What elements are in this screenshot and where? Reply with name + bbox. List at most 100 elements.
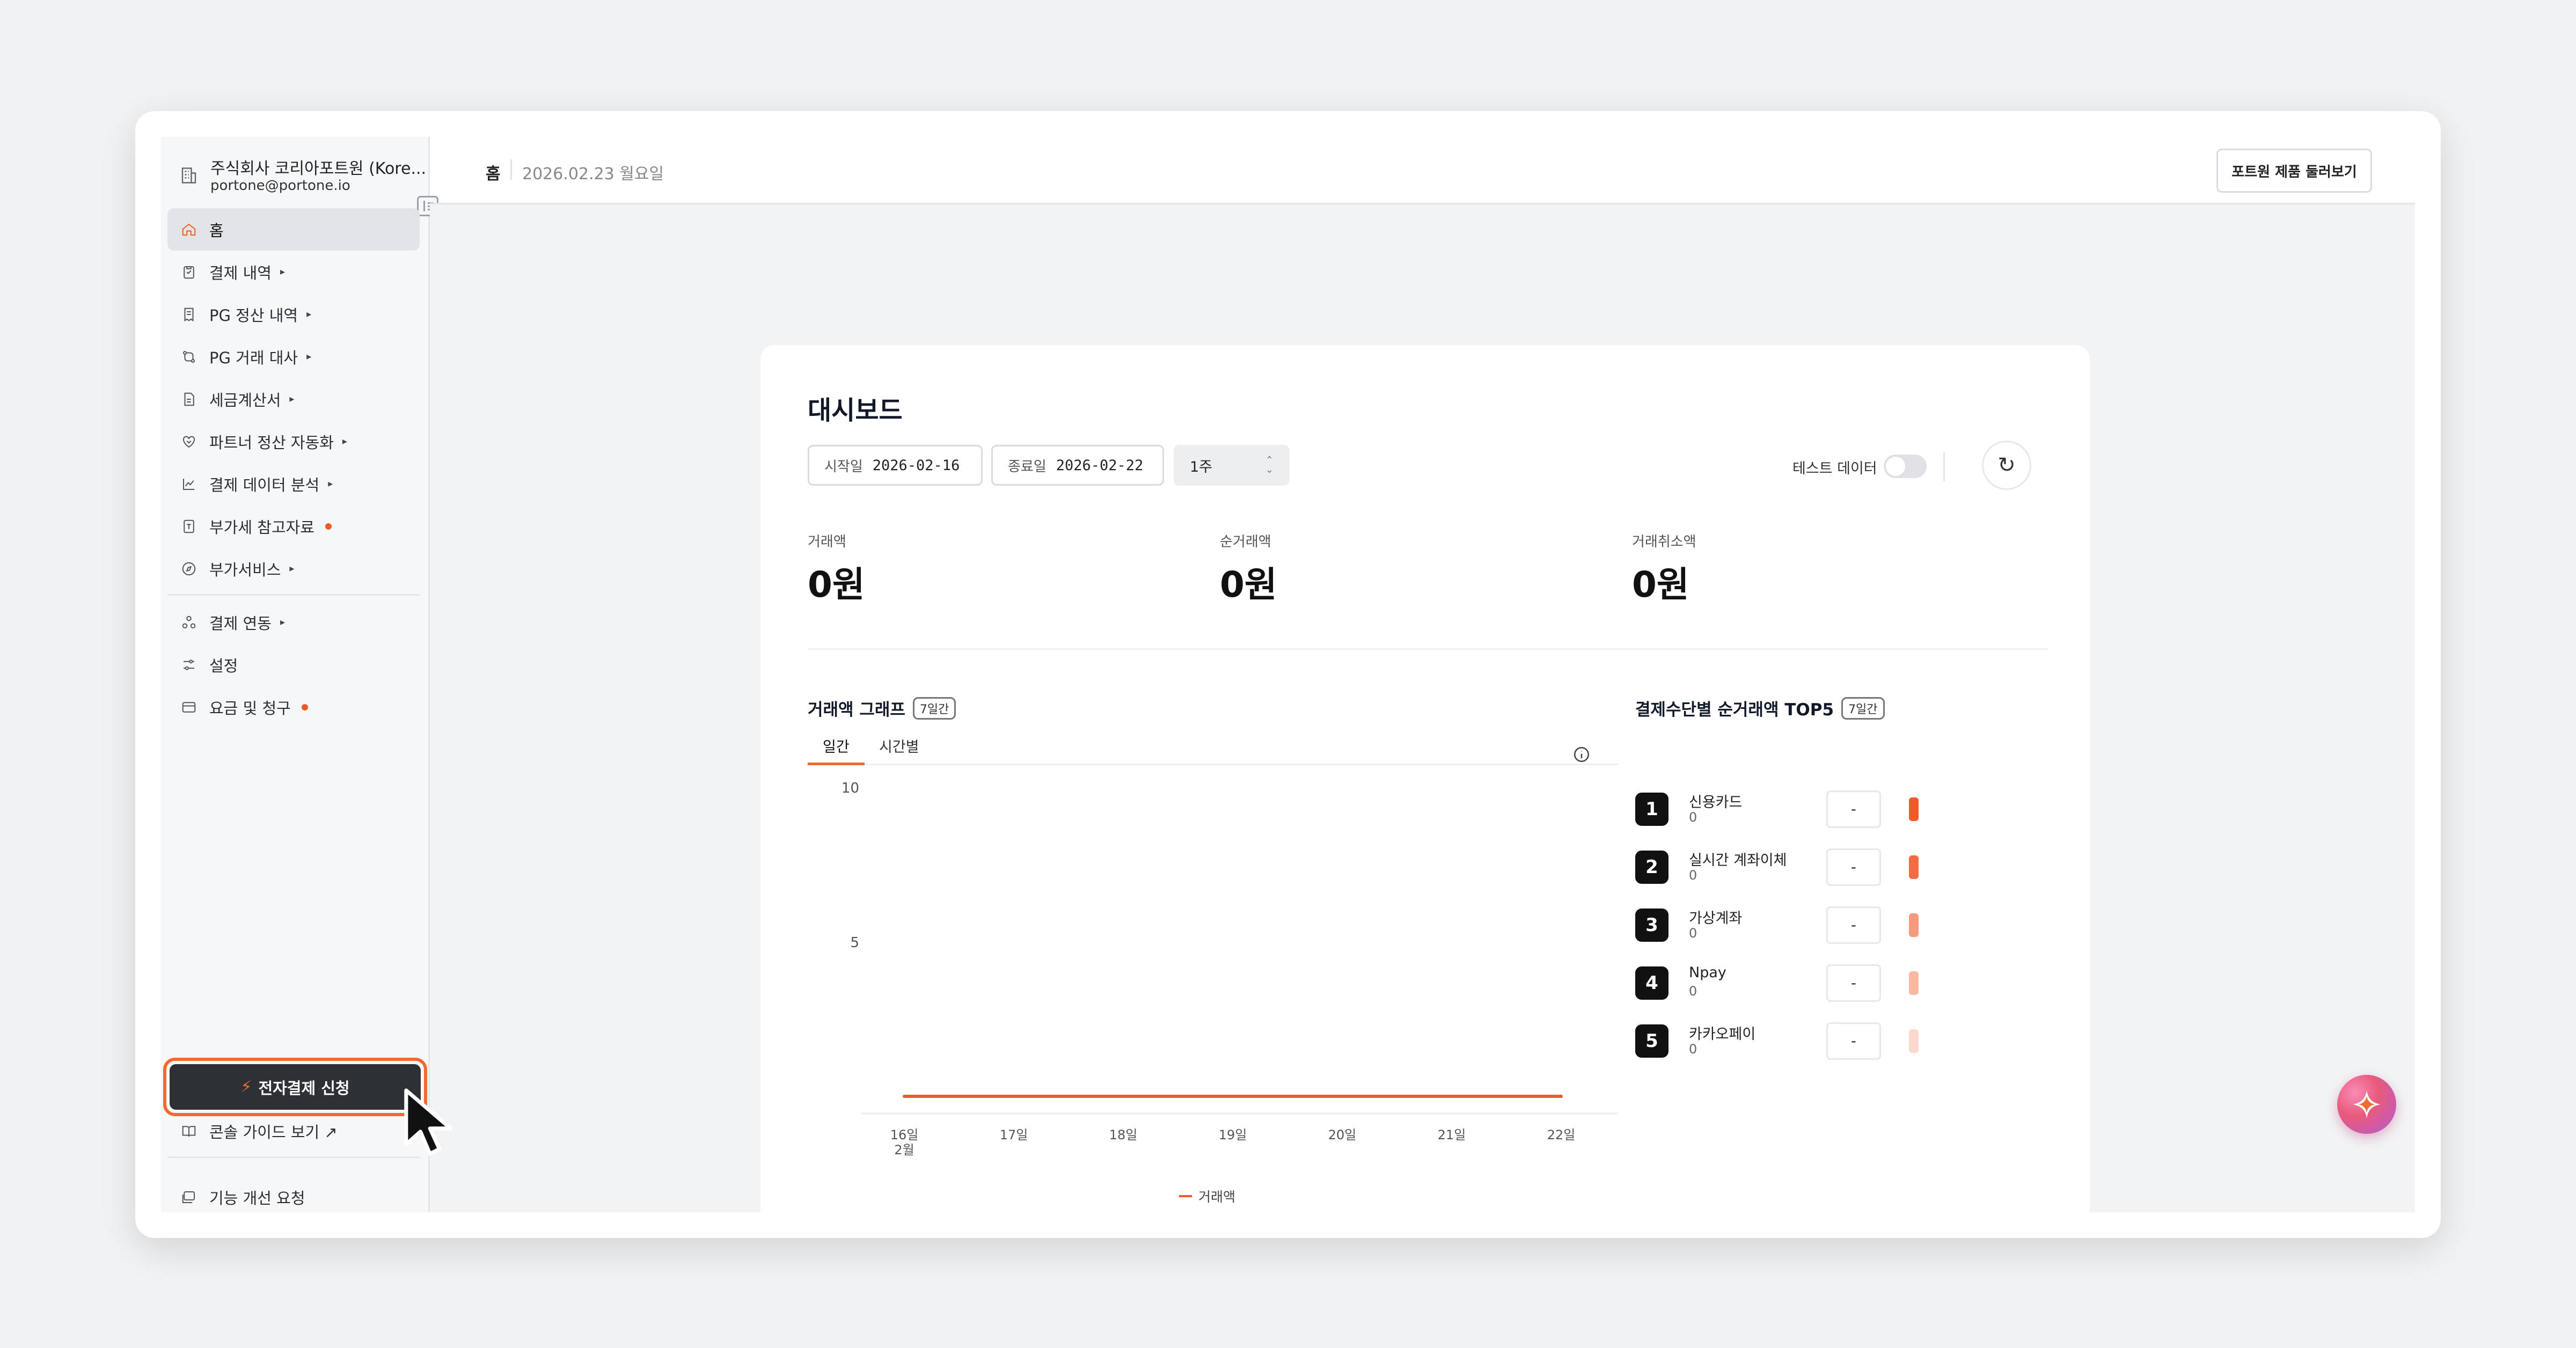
payment-method-value: 0: [1689, 868, 1697, 883]
notification-dot: [325, 523, 332, 530]
caret-right-icon: ▸: [289, 393, 295, 405]
x-tick-label: 20일: [1328, 1127, 1357, 1142]
feature-request-label: 기능 개선 요청: [209, 1189, 305, 1207]
clipboard-icon: [180, 263, 197, 281]
refresh-icon: ↻: [1997, 453, 2016, 478]
book-icon: [180, 1123, 197, 1140]
sidebar-item-8[interactable]: 부가서비스 ▸: [167, 547, 420, 590]
top5-row: 1 신용카드 0 -: [1635, 785, 2011, 833]
chart-line-icon: [180, 475, 197, 493]
metric-gross: 거래액 0원: [808, 531, 865, 607]
y-tick-label: 5: [850, 935, 859, 951]
top-bar: 홈 2026.02.23 월요일 포트원 제품 둘러보기: [430, 137, 2415, 204]
refresh-button[interactable]: ↻: [1982, 441, 2031, 490]
message-icon: [180, 1189, 197, 1206]
payment-method-amount: -: [1826, 848, 1881, 886]
section-divider: [808, 648, 2047, 650]
building-icon: [181, 167, 196, 184]
compass-icon: [180, 560, 197, 577]
sidebar-item-b2[interactable]: 요금 및 청구: [167, 686, 420, 728]
transaction-chart: 5 10 16일 17일 18일 19일 20일 21일 22일 2월: [841, 780, 1618, 1157]
metric-value: 0원: [808, 564, 865, 605]
tab-daily[interactable]: 일간: [808, 735, 865, 765]
sidebar-item-2[interactable]: PG 정산 내역 ▸: [167, 293, 420, 335]
x-tick-label: 19일: [1219, 1127, 1247, 1142]
ai-assistant-button[interactable]: [2337, 1075, 2396, 1134]
tab-hourly[interactable]: 시간별: [879, 735, 919, 765]
payment-method-name: 신용카드: [1689, 794, 1743, 811]
credit-card-icon: [180, 699, 197, 716]
data-point: [1342, 1096, 1343, 1097]
sidebar-item-1[interactable]: 결제 내역 ▸: [167, 251, 420, 293]
payment-method-color-bar: [1909, 913, 1919, 937]
start-date-value: 2026-02-16: [872, 457, 960, 474]
sidebar-item-label: 홈: [209, 221, 224, 240]
legend-swatch: [1179, 1195, 1192, 1197]
sidebar-item-label: 설정: [209, 656, 238, 675]
top5-row: 3 가상계좌 0 -: [1635, 901, 2011, 949]
caret-right-icon: ▸: [328, 478, 333, 489]
sidebar-item-3[interactable]: PG 거래 대사 ▸: [167, 335, 420, 378]
sliders-icon: [180, 656, 197, 673]
metric-cancel: 거래취소액 0원: [1632, 531, 1696, 607]
end-date-value: 2026-02-22: [1056, 457, 1144, 474]
chart-legend: 거래액: [1179, 1186, 1235, 1206]
sidebar-item-5[interactable]: 파트너 정산 자동화 ▸: [167, 420, 420, 463]
current-date: 2026.02.23 월요일: [522, 165, 664, 184]
start-date-label: 시작일: [824, 458, 863, 475]
sidebar-item-b0[interactable]: 결제 연동 ▸: [167, 601, 420, 643]
payment-method-value: 0: [1689, 926, 1697, 941]
sidebar-item-0[interactable]: 홈: [167, 208, 420, 251]
sidebar-divider: [167, 594, 420, 596]
handshake-icon: [180, 433, 197, 450]
apply-payment-label: 전자결제 신청: [258, 1079, 350, 1097]
apply-payment-button[interactable]: ⚡ 전자결제 신청: [170, 1064, 421, 1110]
payment-method-name: Npay: [1689, 964, 1726, 981]
feature-request-link[interactable]: 기능 개선 요청: [180, 1186, 305, 1208]
breadcrumb-home[interactable]: 홈: [486, 160, 501, 184]
payment-method-name: 가상계좌: [1689, 910, 1743, 927]
sparkle-icon: [2353, 1090, 2381, 1118]
sidebar-divider: [167, 1156, 420, 1158]
metric-value: 0원: [1220, 564, 1277, 605]
data-point: [1123, 1096, 1124, 1097]
sidebar-item-6[interactable]: 결제 데이터 분석 ▸: [167, 463, 420, 505]
product-tour-button[interactable]: 포트원 제품 둘러보기: [2216, 149, 2372, 193]
org-switcher[interactable]: 주식회사 코리아포트원 (Kore... portone@portone.io: [177, 150, 425, 201]
start-date-field[interactable]: 시작일 2026-02-16: [808, 445, 983, 486]
rank-badge: 4: [1635, 966, 1668, 1000]
caret-right-icon: ▸: [306, 309, 312, 320]
payment-method-color-bar: [1909, 855, 1919, 879]
sidebar-nav: 홈 결제 내역 ▸ PG 정산 내역 ▸ PG 거래 대사 ▸ 세금계산서 ▸ 파트너 정산 자동…: [167, 208, 420, 728]
period-value: 1주: [1190, 458, 1213, 475]
sidebar-item-label: PG 정산 내역: [209, 306, 298, 325]
payment-method-value: 0: [1689, 984, 1697, 999]
metric-net: 순거래액 0원: [1220, 531, 1277, 607]
period-select[interactable]: 1주 ⌃ ⌄: [1174, 445, 1290, 486]
legend-label: 거래액: [1198, 1189, 1236, 1205]
info-icon[interactable]: [1572, 745, 1591, 764]
toolbar-divider: [1943, 452, 1945, 481]
sidebar-item-7[interactable]: 부가세 참고자료: [167, 505, 420, 547]
x-month-label: 2월: [894, 1142, 914, 1157]
sidebar-item-4[interactable]: 세금계산서 ▸: [167, 378, 420, 420]
payment-method-amount: -: [1826, 1022, 1881, 1060]
graph-period-badge: 7일간: [912, 697, 956, 720]
cta-highlight: ⚡ 전자결제 신청: [163, 1058, 427, 1116]
top5-title: 결제수단별 순거래액 TOP5: [1635, 700, 1834, 720]
end-date-field[interactable]: 종료일 2026-02-22: [991, 445, 1164, 486]
home-icon: [180, 221, 197, 238]
notification-dot: [301, 704, 308, 710]
top5-section-title: 결제수단별 순거래액 TOP5 7일간: [1635, 696, 1885, 720]
payment-method-value: 0: [1689, 1042, 1697, 1057]
metric-label: 거래취소액: [1632, 534, 1696, 550]
sidebar-item-label: 부가세 참고자료: [209, 518, 314, 537]
x-tick-label: 18일: [1109, 1127, 1138, 1142]
console-guide-link[interactable]: 콘솔 가이드 보기 ↗: [180, 1120, 338, 1142]
bolt-icon: ⚡: [240, 1078, 252, 1096]
sidebar-item-label: 파트너 정산 자동화: [209, 433, 334, 452]
sidebar-item-b1[interactable]: 설정: [167, 643, 420, 686]
test-data-toggle[interactable]: [1884, 455, 1927, 478]
caret-right-icon: ▸: [280, 266, 285, 277]
payment-method-color-bar: [1909, 1029, 1919, 1053]
